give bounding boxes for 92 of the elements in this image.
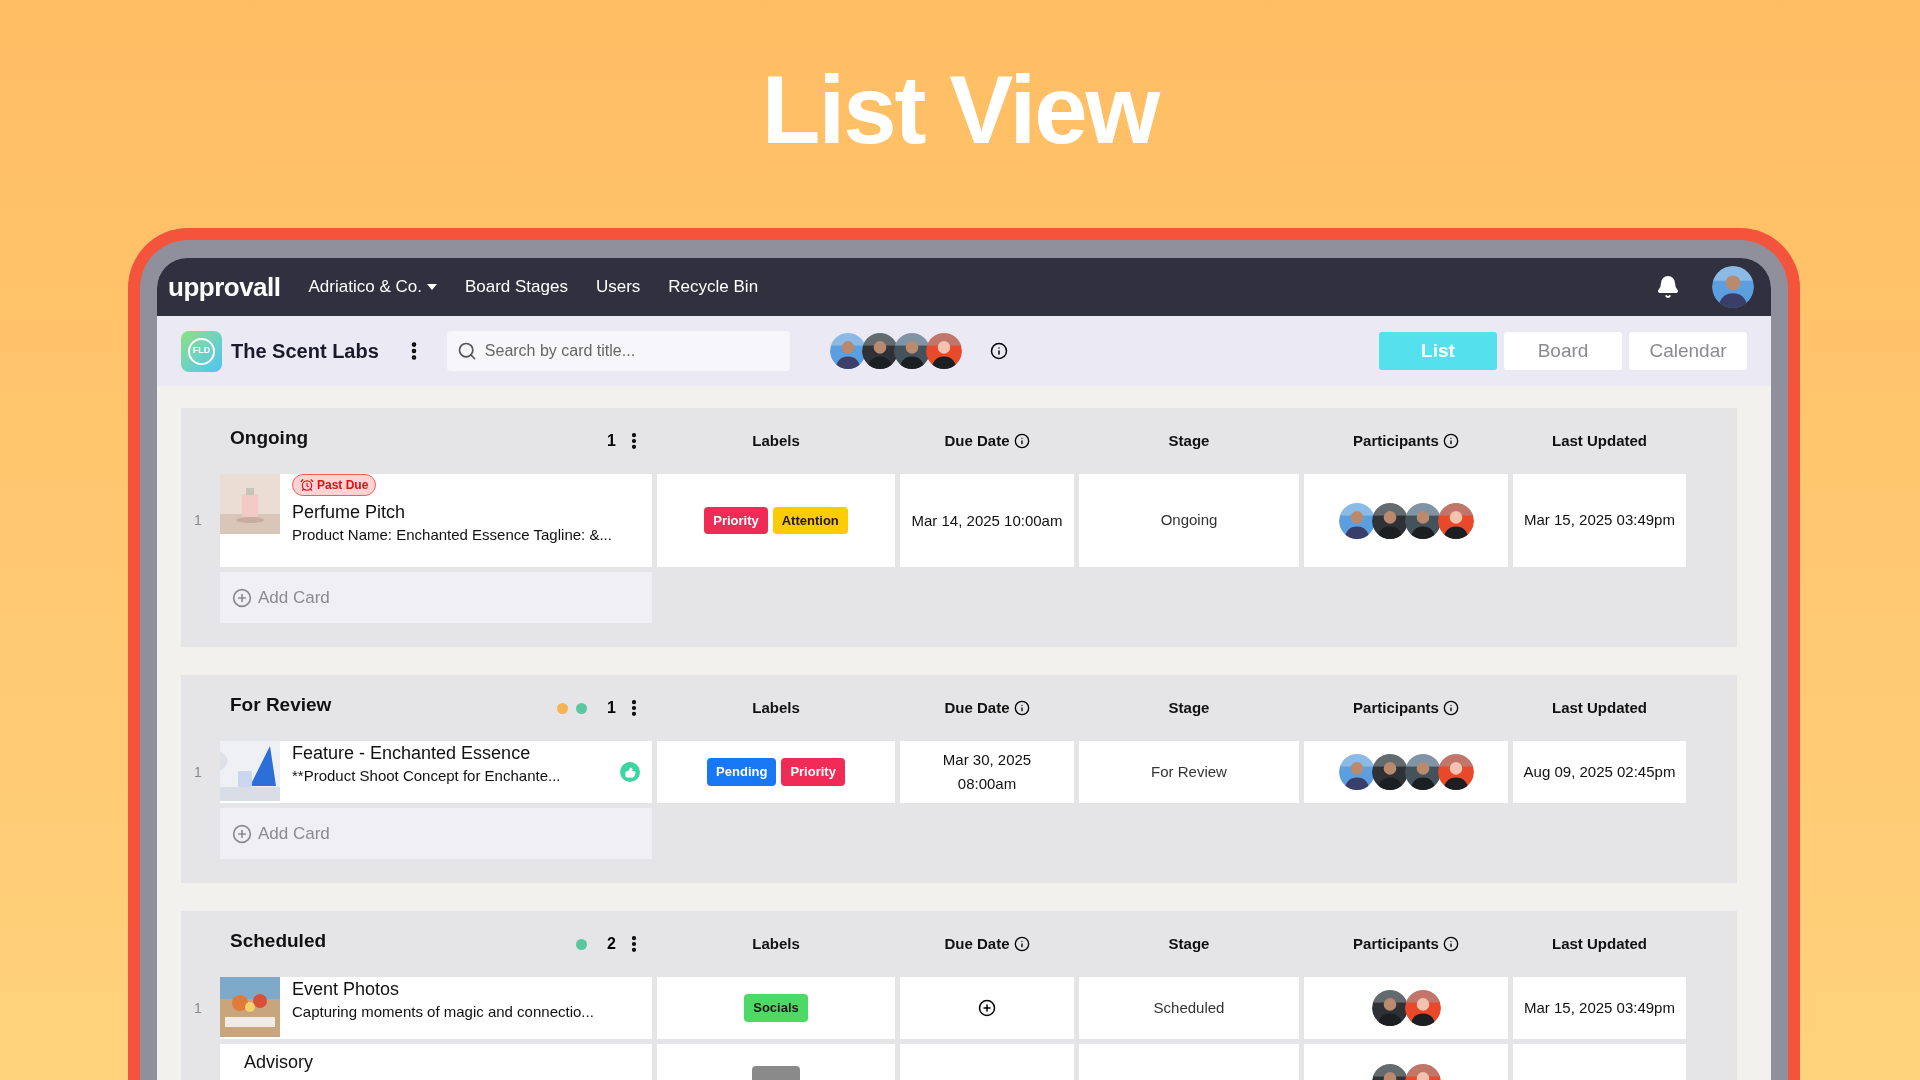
due-date-cell[interactable] — [900, 977, 1074, 1039]
avatar — [1404, 754, 1441, 790]
card-cell[interactable]: Advisory — [220, 1044, 652, 1080]
nav-link[interactable]: Users — [595, 274, 641, 300]
card-description: Capturing moments of magic and connectio... — [292, 1002, 594, 1022]
column-header: Last Updated — [1552, 933, 1647, 954]
nav-link[interactable]: Adriatico & Co. — [308, 274, 437, 300]
card-description: Product Name: Enchanted Essence Tagline: &... — [292, 525, 612, 545]
nav-link[interactable]: Recycle Bin — [668, 274, 759, 300]
alarm-icon — [300, 478, 314, 492]
info-icon[interactable] — [1442, 936, 1459, 952]
avatar — [925, 333, 962, 369]
caret-icon — [426, 284, 437, 290]
notification-icon[interactable] — [1656, 275, 1680, 299]
row-number: 1 — [194, 998, 202, 1018]
group-title: Scheduled — [230, 928, 327, 953]
info-icon[interactable] — [989, 342, 1008, 360]
search-icon — [456, 341, 477, 361]
column-header: Labels — [752, 933, 800, 954]
card-cell[interactable]: Event Photos Capturing moments of magic and connectio... — [220, 977, 652, 1039]
info-icon[interactable] — [1013, 700, 1030, 716]
group-title: For Review — [230, 692, 332, 717]
card-count: 1 — [607, 431, 616, 451]
avatar — [829, 333, 866, 369]
last-updated-cell: Mar 15, 2025 03:49pm — [1513, 977, 1686, 1039]
card-title: Event Photos — [292, 978, 401, 1001]
card-count: 1 — [607, 698, 616, 718]
logo[interactable]: upprovall — [168, 267, 281, 307]
avatar — [861, 333, 898, 369]
last-updated-cell: Mar 15, 2025 03:49pm — [1513, 474, 1686, 567]
label-tag[interactable]: Attention — [772, 506, 848, 535]
card-title: Feature - Enchanted Essence — [292, 742, 532, 765]
past-due-badge: Past Due — [292, 474, 377, 496]
label-tag[interactable]: Socials — [744, 994, 808, 1022]
info-icon[interactable] — [1013, 936, 1030, 952]
card-title: Perfume Pitch — [292, 501, 407, 524]
avatar — [1404, 990, 1441, 1026]
column-header: Stage — [1168, 430, 1210, 451]
column-header: Participants — [1353, 430, 1439, 451]
info-icon[interactable] — [1013, 433, 1030, 449]
due-date: Mar 30, 2025 08:00am — [941, 750, 1033, 794]
board-badge: FLD — [181, 330, 222, 372]
label-tag[interactable]: Priority — [704, 506, 768, 535]
column-header: Labels — [752, 697, 800, 718]
group-title: Ongoing — [230, 425, 309, 450]
label-tag[interactable]: Priority — [781, 758, 845, 786]
column-header: Due Date — [944, 697, 1010, 718]
avatar — [1371, 990, 1408, 1026]
search-field[interactable]: Search by card title... — [446, 331, 790, 371]
card-title: Advisory — [244, 1051, 314, 1074]
avatar — [1404, 502, 1441, 539]
view-tab[interactable]: Calendar — [1629, 332, 1747, 370]
due-date: Mar 14, 2025 10:00am — [910, 510, 1064, 531]
row-number: 1 — [194, 511, 202, 530]
stage-cell: Ongoing — [1079, 474, 1299, 567]
avatar — [1437, 754, 1474, 790]
column-header: Last Updated — [1552, 430, 1647, 451]
column-header: Stage — [1168, 697, 1210, 718]
column-header: Stage — [1168, 933, 1210, 954]
card-cell[interactable]: Past Due Perfume Pitch Product Name: Enchanted Essence Tagline: &... — [220, 474, 652, 567]
card-description: **Product Shoot Concept for Enchante... — [292, 766, 561, 786]
card-cell[interactable]: Feature - Enchanted Essence **Product Shoot Concept for Enchante... — [220, 741, 652, 803]
column-header: Participants — [1353, 697, 1439, 718]
stage-cell: For Review — [1079, 741, 1299, 803]
add-icon — [232, 587, 252, 608]
column-header: Due Date — [944, 430, 1010, 451]
info-icon[interactable] — [1442, 700, 1459, 716]
row-number: 1 — [194, 762, 202, 782]
last-updated-cell: Aug 09, 2025 02:45pm — [1513, 741, 1686, 803]
column-header: Participants — [1353, 933, 1439, 954]
info-icon[interactable] — [1442, 433, 1459, 449]
column-header: Labels — [752, 430, 800, 451]
avatar — [1712, 266, 1754, 308]
add-icon — [232, 823, 252, 844]
stage-cell: Scheduled — [1079, 977, 1299, 1039]
avatar — [893, 333, 930, 369]
avatar — [1338, 502, 1375, 539]
column-header: Last Updated — [1552, 697, 1647, 718]
column-header: Due Date — [944, 933, 1010, 954]
card-count: 2 — [607, 934, 616, 954]
due-date-cell[interactable]: Mar 30, 2025 08:00am — [900, 741, 1074, 803]
avatar — [1371, 754, 1408, 790]
approved-icon — [620, 762, 640, 782]
nav-link[interactable]: Board Stages — [464, 274, 568, 300]
avatar — [1338, 754, 1375, 790]
due-date-cell[interactable]: Mar 14, 2025 10:00am — [900, 474, 1074, 567]
avatar — [1371, 502, 1408, 539]
board-name: The Scent Labs — [231, 339, 379, 364]
label-tag[interactable]: Pending — [707, 758, 777, 786]
page-title: List View — [761, 55, 1159, 165]
add-date-icon[interactable] — [978, 999, 996, 1017]
avatar — [1437, 502, 1474, 539]
